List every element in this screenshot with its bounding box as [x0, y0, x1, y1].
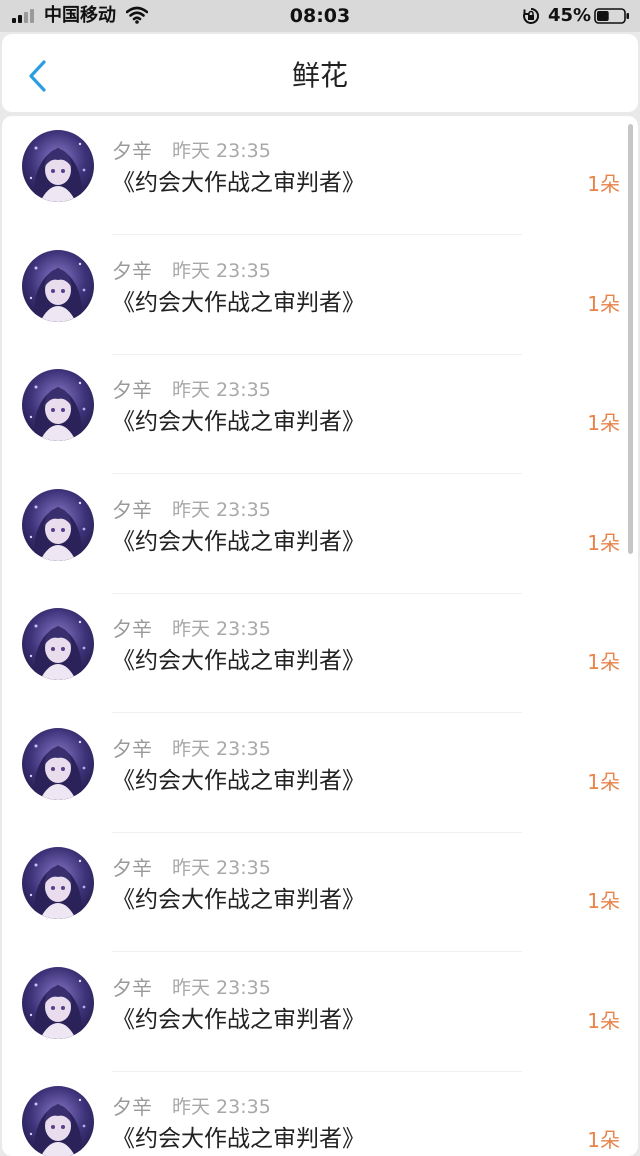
flower-count: 1朵 — [587, 530, 620, 555]
battery-percent: 45% — [548, 5, 592, 26]
flower-count: 1朵 — [587, 1008, 620, 1033]
status-bar: 中国移动 08:03 45% — [0, 0, 640, 32]
item-title: 《约会大作战之审判者》 — [112, 409, 365, 435]
item-title: 《约会大作战之审判者》 — [112, 767, 365, 794]
timestamp: 昨天 23:35 — [172, 379, 271, 401]
sender-name: 夕辛 — [112, 736, 152, 761]
list-item[interactable]: 夕辛 昨天 23:35 《约会大作战之审判者》 1朵 — [2, 1072, 638, 1156]
timestamp: 昨天 23:35 — [172, 737, 271, 760]
flower-count: 1朵 — [587, 769, 620, 794]
sender-name: 夕辛 — [112, 1095, 152, 1119]
avatar-image — [22, 488, 94, 561]
sender-name: 夕辛 — [112, 139, 152, 163]
nav-bar: 鲜花 — [2, 34, 638, 112]
list-item[interactable]: 夕辛 昨天 23:35 《约会大作战之审判者》 1朵 — [2, 236, 638, 355]
timestamp: 昨天 23:35 — [172, 976, 271, 999]
avatar[interactable] — [22, 130, 94, 202]
item-title: 《约会大作战之审判者》 — [112, 289, 365, 316]
avatar[interactable] — [22, 847, 94, 919]
flower-count: 1朵 — [587, 291, 620, 316]
item-title: 《约会大作战之审判者》 — [112, 887, 365, 913]
avatar[interactable] — [22, 727, 94, 800]
avatar-image — [22, 369, 94, 441]
timestamp: 昨天 23:35 — [172, 1096, 271, 1118]
orientation-lock-icon — [523, 7, 540, 24]
status-time: 08:03 — [289, 5, 351, 27]
avatar-image — [22, 249, 94, 322]
avatar[interactable] — [22, 369, 94, 441]
item-title: 《约会大作战之审判者》 — [112, 1126, 365, 1152]
item-title: 《约会大作战之审判者》 — [112, 648, 365, 674]
list-item[interactable]: 夕辛 昨天 23:35 《约会大作战之审判者》 1朵 — [2, 355, 638, 474]
avatar-image — [22, 1086, 94, 1156]
avatar[interactable] — [22, 966, 94, 1039]
flower-count: 1朵 — [587, 411, 620, 435]
timestamp: 昨天 23:35 — [172, 140, 271, 162]
flower-count: 1朵 — [587, 172, 620, 196]
list-item[interactable]: 夕辛 昨天 23:35 《约会大作战之审判者》 1朵 — [2, 475, 638, 594]
flower-list[interactable]: 夕辛 昨天 23:35 《约会大作战之审判者》 1朵 夕辛 昨天 23:35 《约会大作战之… — [2, 116, 638, 1156]
timestamp: 昨天 23:35 — [172, 259, 271, 282]
list-item[interactable]: 夕辛 昨天 23:35 《约会大作战之审判者》 1朵 — [2, 594, 638, 713]
sender-name: 夕辛 — [112, 258, 152, 283]
avatar-image — [22, 847, 94, 919]
list-item[interactable]: 夕辛 昨天 23:35 《约会大作战之审判者》 1朵 — [2, 833, 638, 952]
battery-icon — [594, 8, 629, 24]
avatar[interactable] — [22, 608, 94, 680]
item-title: 《约会大作战之审判者》 — [112, 170, 365, 196]
item-title: 《约会大作战之审判者》 — [112, 1006, 365, 1033]
avatar-image — [22, 608, 94, 680]
flower-count: 1朵 — [587, 1128, 620, 1152]
page-title: 鲜花 — [291, 59, 348, 92]
sender-name: 夕辛 — [112, 975, 152, 1000]
avatar-image — [22, 130, 94, 202]
avatar[interactable] — [22, 249, 94, 322]
flower-count: 1朵 — [587, 889, 620, 913]
timestamp: 昨天 23:35 — [172, 857, 271, 879]
timestamp: 昨天 23:35 — [172, 498, 271, 521]
avatar-image — [22, 727, 94, 800]
list-item[interactable]: 夕辛 昨天 23:35 《约会大作战之审判者》 1朵 — [2, 953, 638, 1072]
timestamp: 昨天 23:35 — [172, 618, 271, 640]
scrollbar[interactable] — [628, 124, 633, 554]
list-item[interactable]: 夕辛 昨天 23:35 《约会大作战之审判者》 1朵 — [2, 714, 638, 833]
sender-name: 夕辛 — [112, 497, 152, 522]
item-title: 《约会大作战之审判者》 — [112, 528, 365, 555]
list-item[interactable]: 夕辛 昨天 23:35 《约会大作战之审判者》 1朵 — [2, 116, 638, 235]
avatar[interactable] — [22, 488, 94, 561]
sender-name: 夕辛 — [112, 378, 152, 402]
avatar[interactable] — [22, 1086, 94, 1156]
flower-count: 1朵 — [587, 650, 620, 674]
sender-name: 夕辛 — [112, 617, 152, 641]
sender-name: 夕辛 — [112, 856, 152, 880]
avatar-image — [22, 966, 94, 1039]
